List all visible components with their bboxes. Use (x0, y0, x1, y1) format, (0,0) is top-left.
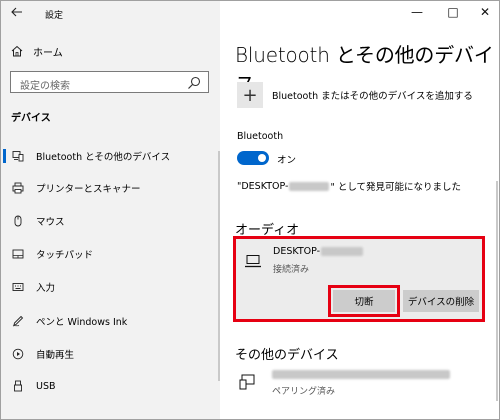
sidebar-item-label: Bluetooth とその他のデバイス (36, 152, 171, 163)
toggle-state-label: オン (277, 155, 297, 166)
add-device-button[interactable]: + Bluetooth またはその他のデバイスを追加する (237, 82, 473, 108)
maximize-icon: □ (447, 5, 459, 19)
discoverable-text: "DESKTOP- " として発見可能になりました (237, 179, 462, 194)
sidebar-item-label: USB (36, 380, 56, 392)
other-device-item[interactable]: ペアリング済み (237, 368, 477, 408)
bluetooth-label: Bluetooth (237, 131, 284, 142)
title-bar-left: 設定 (1, 1, 220, 25)
disconnect-highlight: 切断 (328, 285, 400, 317)
sidebar-item-label: プリンターとスキャナー (36, 184, 141, 195)
close-icon: ✕ (479, 5, 491, 19)
back-arrow-icon[interactable] (9, 4, 25, 20)
sidebar-item-label: 入力 (36, 283, 56, 294)
sidebar-item-pen[interactable]: ペンと Windows Ink (1, 308, 216, 334)
home-label: ホーム (33, 47, 63, 59)
pen-icon (11, 314, 25, 328)
remove-device-button[interactable]: デバイスの削除 (403, 290, 479, 312)
home-icon (11, 45, 23, 57)
home-link[interactable]: ホーム (11, 43, 63, 59)
audio-device-status: 接続済み (273, 265, 310, 275)
mouse-icon (11, 214, 25, 228)
sidebar-item-label: 自動再生 (36, 350, 75, 361)
other-device-status: ペアリング済み (272, 387, 336, 397)
discoverable-prefix: "DESKTOP- (237, 180, 289, 192)
discoverable-suffix: " として発見可能になりました (330, 182, 462, 193)
devices-icon (11, 149, 25, 163)
disconnect-button[interactable]: 切断 (333, 290, 395, 312)
sidebar-section-title: デバイス (11, 113, 51, 124)
sidebar-item-printers[interactable]: プリンターとスキャナー (1, 175, 216, 201)
redacted-device-name (272, 370, 450, 379)
settings-window: 設定 ホーム 設定の検索 デバイス Bluetooth とその他のデバイス プリ… (0, 0, 500, 420)
bluetooth-toggle[interactable] (237, 151, 269, 165)
usb-icon (11, 379, 25, 393)
window-title: 設定 (45, 11, 64, 21)
sidebar-item-usb[interactable]: USB (1, 373, 216, 399)
sidebar-item-bluetooth[interactable]: Bluetooth とその他のデバイス (1, 143, 216, 169)
sidebar-item-touchpad[interactable]: タッチパッド (1, 241, 216, 267)
sidebar-item-label: マウス (36, 217, 65, 228)
sidebar-item-autoplay[interactable]: 自動再生 (1, 341, 216, 367)
laptop-icon (245, 255, 261, 268)
printer-icon (11, 181, 25, 195)
search-placeholder: 設定の検索 (20, 81, 70, 92)
touchpad-icon (11, 247, 25, 261)
main-scrollbar[interactable] (496, 181, 498, 401)
maximize-button[interactable]: □ (439, 1, 467, 23)
sidebar-item-label: ペンと Windows Ink (36, 317, 128, 328)
add-device-label: Bluetooth またはその他のデバイスを追加する (272, 91, 473, 102)
sidebar-item-label: タッチパッド (36, 250, 94, 261)
keyboard-icon (11, 280, 25, 294)
sidebar-item-mouse[interactable]: マウス (1, 208, 216, 234)
close-button[interactable]: ✕ (471, 1, 499, 23)
search-icon[interactable] (187, 76, 201, 90)
minimize-button[interactable]: — (403, 1, 431, 23)
minimize-icon: — (411, 5, 423, 19)
search-input[interactable]: 設定の検索 (10, 71, 209, 93)
audio-device-card[interactable]: DESKTOP- 接続済み 切断 デバイスの削除 (233, 236, 485, 322)
autoplay-icon (11, 347, 25, 361)
sidebar-scrollbar[interactable] (218, 151, 220, 381)
device-icon (239, 374, 255, 390)
other-devices-title: その他のデバイス (235, 348, 339, 363)
audio-device-name-text: DESKTOP- (273, 246, 321, 257)
sidebar: 設定 ホーム 設定の検索 デバイス Bluetooth とその他のデバイス プリ… (1, 1, 220, 419)
audio-device-name: DESKTOP- (273, 246, 364, 257)
redacted-name (321, 247, 364, 256)
sidebar-item-input[interactable]: 入力 (1, 274, 216, 300)
plus-icon: + (237, 82, 263, 108)
redacted-name (289, 181, 330, 191)
toggle-knob (258, 154, 266, 162)
